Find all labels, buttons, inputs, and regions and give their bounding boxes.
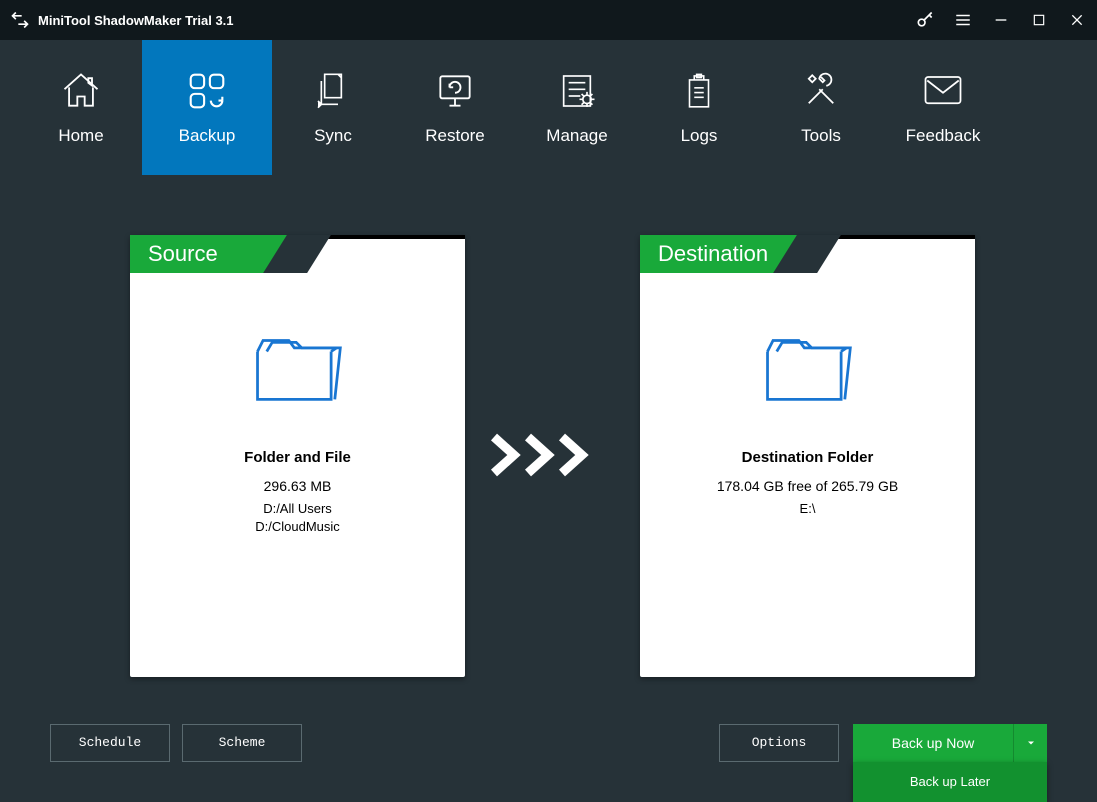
options-button[interactable]: Options bbox=[719, 724, 839, 762]
chevron-down-icon bbox=[1025, 737, 1037, 749]
arrows-icon bbox=[490, 433, 610, 477]
nav-home[interactable]: Home bbox=[20, 40, 142, 175]
destination-title: Destination Folder bbox=[640, 449, 975, 466]
minimize-icon[interactable] bbox=[991, 10, 1011, 30]
source-size: 296.63 MB bbox=[130, 478, 465, 494]
nav-label: Manage bbox=[546, 126, 607, 146]
source-card[interactable]: Source Folder and File 296.63 MB D:/All … bbox=[130, 235, 465, 677]
destination-free: 178.04 GB free of 265.79 GB bbox=[640, 478, 975, 494]
menu-icon[interactable] bbox=[953, 10, 973, 30]
destination-header: Destination bbox=[640, 235, 975, 273]
nav-label: Backup bbox=[179, 126, 236, 146]
close-icon[interactable] bbox=[1067, 10, 1087, 30]
nav-tools[interactable]: Tools bbox=[760, 40, 882, 175]
scheme-button[interactable]: Scheme bbox=[182, 724, 302, 762]
bottom-bar: Schedule Scheme Options Back up Now Back… bbox=[0, 695, 1097, 790]
backup-later-item[interactable]: Back up Later bbox=[853, 762, 1047, 802]
nav-label: Feedback bbox=[906, 126, 981, 146]
tools-icon bbox=[800, 70, 842, 112]
destination-path: E:\ bbox=[640, 500, 975, 518]
maximize-icon[interactable] bbox=[1029, 10, 1049, 30]
source-paths: D:/All Users D:/CloudMusic bbox=[130, 500, 465, 535]
backup-later-label: Back up Later bbox=[910, 774, 990, 789]
nav-sync[interactable]: Sync bbox=[272, 40, 394, 175]
main-nav: Home Backup Sync Restore bbox=[0, 40, 1097, 175]
nav-manage[interactable]: Manage bbox=[516, 40, 638, 175]
backup-split-button: Back up Now bbox=[853, 724, 1047, 762]
main-area: Source Folder and File 296.63 MB D:/All … bbox=[0, 175, 1097, 695]
folder-icon bbox=[130, 331, 465, 407]
nav-label: Sync bbox=[314, 126, 352, 146]
title-bar: MiniTool ShadowMaker Trial 3.1 bbox=[0, 0, 1097, 40]
key-icon[interactable] bbox=[915, 10, 935, 30]
nav-label: Logs bbox=[681, 126, 718, 146]
restore-icon bbox=[433, 70, 477, 112]
source-header-label: Source bbox=[130, 235, 465, 273]
nav-label: Home bbox=[58, 126, 103, 146]
nav-logs[interactable]: Logs bbox=[638, 40, 760, 175]
destination-header-label: Destination bbox=[640, 235, 975, 273]
nav-feedback[interactable]: Feedback bbox=[882, 40, 1004, 175]
nav-label: Tools bbox=[801, 126, 841, 146]
sync-icon bbox=[313, 70, 353, 112]
schedule-button[interactable]: Schedule bbox=[50, 724, 170, 762]
source-header: Source bbox=[130, 235, 465, 273]
nav-label: Restore bbox=[425, 126, 485, 146]
nav-backup[interactable]: Backup bbox=[142, 40, 272, 175]
folder-icon bbox=[640, 331, 975, 407]
source-title: Folder and File bbox=[130, 449, 465, 466]
app-title: MiniTool ShadowMaker Trial 3.1 bbox=[38, 13, 234, 28]
app-logo-icon bbox=[10, 10, 30, 30]
logs-icon bbox=[680, 70, 718, 112]
backup-dropdown-toggle[interactable] bbox=[1013, 724, 1047, 762]
backup-icon bbox=[184, 70, 230, 112]
feedback-icon bbox=[922, 70, 964, 112]
nav-restore[interactable]: Restore bbox=[394, 40, 516, 175]
home-icon bbox=[59, 70, 103, 112]
manage-icon bbox=[557, 70, 597, 112]
destination-card[interactable]: Destination Destination Folder 178.04 GB… bbox=[640, 235, 975, 677]
backup-now-button[interactable]: Back up Now bbox=[853, 724, 1013, 762]
